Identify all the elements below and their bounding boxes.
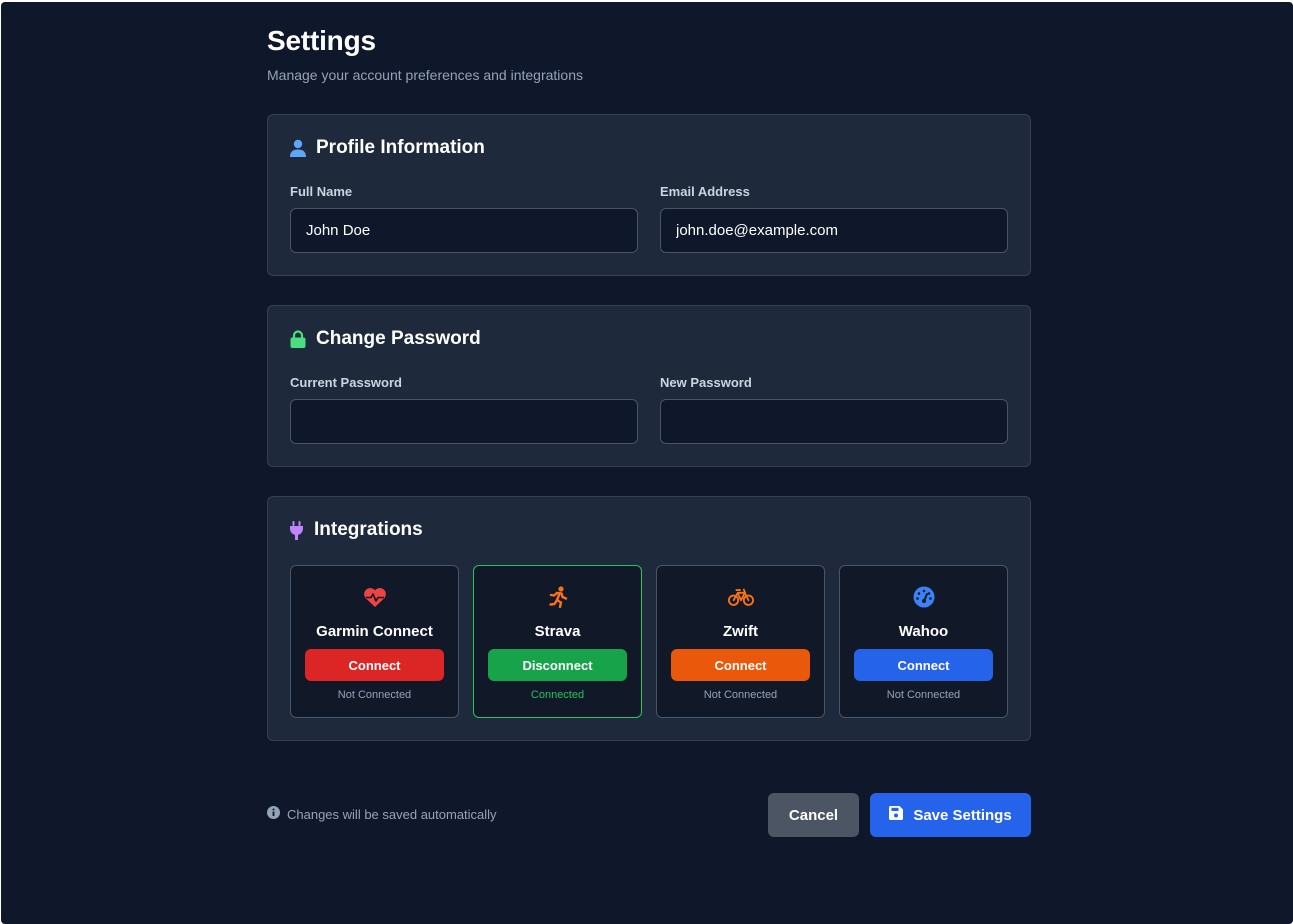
email-input[interactable]: [660, 208, 1008, 253]
integration-wahoo: Wahoo Connect Not Connected: [839, 565, 1008, 718]
save-icon: [889, 806, 904, 824]
save-settings-label: Save Settings: [913, 806, 1012, 824]
user-icon: [290, 139, 306, 157]
auto-save-note-text: Changes will be saved automatically: [287, 806, 497, 822]
integrations-card-title: Integrations: [314, 519, 423, 540]
running-icon: [545, 584, 571, 610]
integration-status: Not Connected: [886, 689, 961, 701]
integration-status: Not Connected: [337, 689, 412, 701]
page-subtitle: Manage your account preferences and inte…: [267, 67, 583, 83]
full-name-field: Full Name: [290, 184, 638, 253]
save-settings-button[interactable]: Save Settings: [870, 793, 1031, 837]
gauge-icon: [911, 584, 937, 610]
integrations-grid: Garmin Connect Connect Not Connected Str…: [290, 565, 1008, 718]
integration-zwift: Zwift Connect Not Connected: [656, 565, 825, 718]
cancel-button[interactable]: Cancel: [768, 793, 859, 837]
new-password-field: New Password: [660, 375, 1008, 444]
integration-name: Zwift: [723, 623, 758, 640]
garmin-connect-button[interactable]: Connect: [305, 649, 444, 681]
plug-icon: [290, 520, 303, 540]
heart-pulse-icon: [362, 584, 388, 610]
cancel-button-label: Cancel: [788, 806, 839, 824]
integrations-card-header: Integrations: [290, 519, 423, 541]
settings-window: Settings Manage your account preferences…: [1, 2, 1293, 924]
password-card-title: Change Password: [316, 328, 481, 349]
password-card-header: Change Password: [290, 328, 481, 350]
integration-strava: Strava Disconnect Connected: [473, 565, 642, 718]
profile-card-title: Profile Information: [316, 137, 485, 158]
current-password-label: Current Password: [290, 375, 402, 390]
integration-status: Connected: [530, 689, 585, 701]
strava-disconnect-button[interactable]: Disconnect: [488, 649, 627, 681]
integration-garmin: Garmin Connect Connect Not Connected: [290, 565, 459, 718]
wahoo-connect-button[interactable]: Connect: [854, 649, 993, 681]
full-name-label: Full Name: [290, 184, 353, 199]
zwift-connect-button[interactable]: Connect: [671, 649, 810, 681]
profile-card-header: Profile Information: [290, 137, 485, 159]
profile-card: Profile Information Full Name Email Addr…: [267, 114, 1031, 276]
integration-name: Garmin Connect: [316, 623, 433, 640]
page-title: Settings: [267, 25, 376, 56]
email-label: Email Address: [660, 184, 750, 199]
new-password-input[interactable]: [660, 399, 1008, 444]
integration-status: Not Connected: [703, 689, 778, 701]
integration-name: Strava: [534, 623, 581, 640]
current-password-field: Current Password: [290, 375, 638, 444]
password-card: Change Password Current Password New Pas…: [267, 305, 1031, 467]
current-password-input[interactable]: [290, 399, 638, 444]
bicycle-icon: [727, 584, 754, 610]
integrations-card: Integrations Garmin Connect Connect Not …: [267, 496, 1031, 741]
email-field: Email Address: [660, 184, 1008, 253]
full-name-input[interactable]: [290, 208, 638, 253]
info-icon: [267, 806, 280, 822]
integration-name: Wahoo: [898, 623, 949, 640]
auto-save-note: Changes will be saved automatically: [267, 806, 497, 822]
lock-icon: [290, 330, 306, 348]
new-password-label: New Password: [660, 375, 752, 390]
